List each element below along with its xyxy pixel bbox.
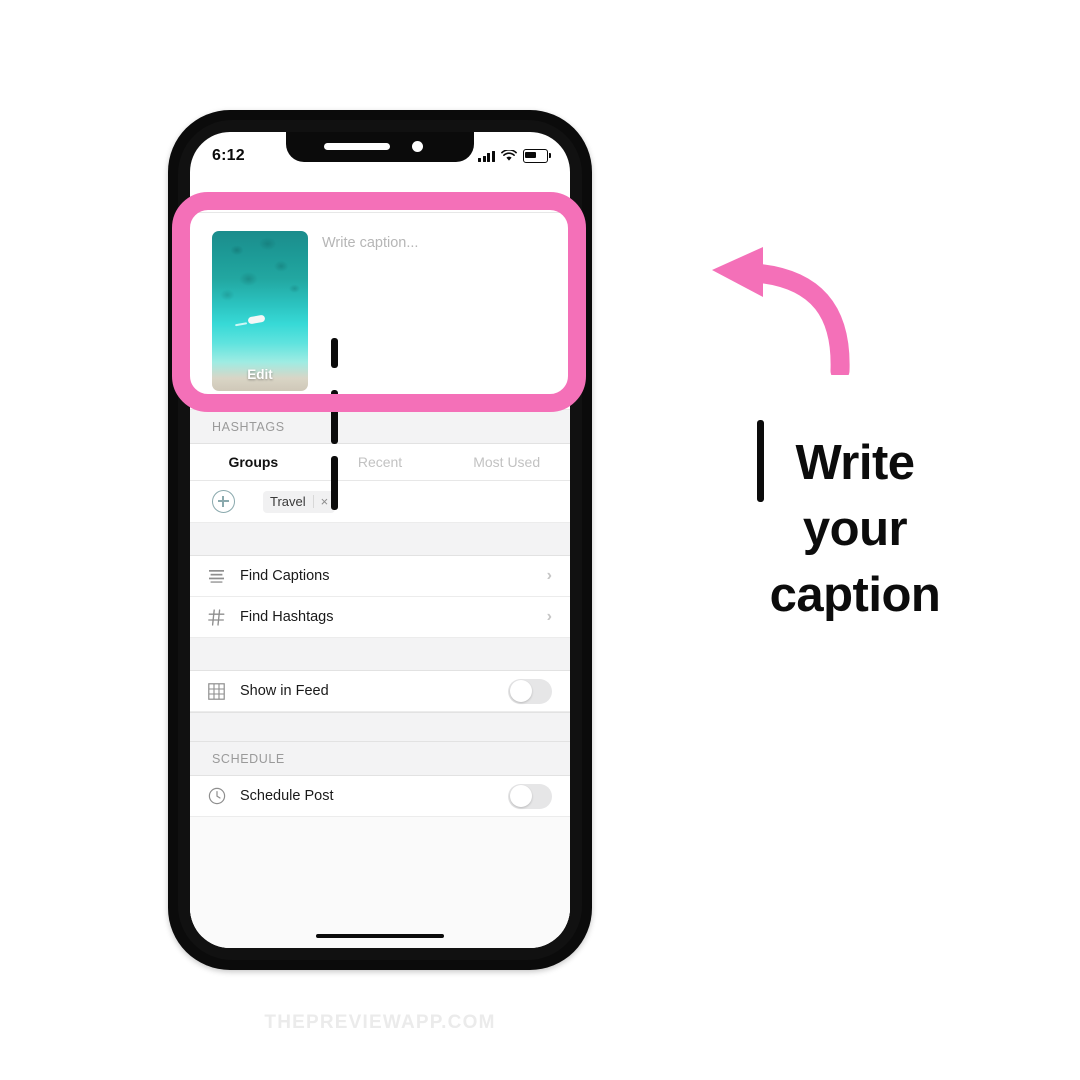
volume-up-button[interactable] [331,390,338,444]
cellular-bars-icon [478,150,495,162]
row-find-hashtags[interactable]: Find Hashtags › [190,597,570,638]
callout-line-2: your [802,502,908,557]
phone-notch [286,132,474,162]
chevron-right-icon: › [546,567,552,584]
section-spacer [190,523,570,556]
row-find-captions[interactable]: Find Captions › [190,556,570,597]
tab-most-used[interactable]: Most Used [443,454,570,470]
hashtag-tabs: Groups Recent Most Used [190,444,570,481]
status-bar-time: 6:12 [212,147,245,164]
watermark: THEPREVIEWAPP.COM [264,1012,496,1033]
row-label: Find Hashtags [240,609,334,625]
mute-switch[interactable] [331,338,338,368]
hash-icon [208,608,234,626]
tab-groups[interactable]: Groups [190,454,317,470]
callout-line-3: caption [769,568,941,623]
screenshot-canvas: 6:12 Edit Write caption... HASHTAGS Grou… [0,0,1080,1080]
callout-line-1: Write [795,436,915,490]
row-show-in-feed[interactable]: Show in Feed [190,671,570,712]
phone-screen: 6:12 Edit Write caption... HASHTAGS Grou… [190,132,570,948]
front-camera-icon [412,141,423,152]
schedule-spacer [190,712,570,742]
volume-down-button[interactable] [331,456,338,510]
content-filler [190,817,570,937]
wifi-icon [501,150,517,161]
chevron-right-icon: › [546,608,552,625]
edit-button[interactable]: Edit [212,367,308,382]
lines-icon [208,569,234,583]
caption-input[interactable]: Write caption... [322,235,554,251]
hashtag-chip-travel[interactable]: Travel × [263,490,336,513]
row-schedule-post[interactable]: Schedule Post [190,776,570,817]
app-content: Edit Write caption... HASHTAGS Groups Re… [190,176,570,948]
chip-label: Travel [270,494,306,509]
plus-circle-icon[interactable] [212,490,235,513]
hashtag-group-row: Travel × [190,481,570,523]
callout-text: Write your caption [640,430,1070,628]
home-indicator[interactable] [316,933,444,938]
row-label: Find Captions [240,568,330,584]
hashtags-section-header: HASHTAGS [190,410,570,444]
post-thumbnail[interactable]: Edit [212,231,308,391]
battery-icon [523,149,551,163]
app-navbar [190,176,570,213]
schedule-section-header: SCHEDULE [190,742,570,776]
show-in-feed-toggle[interactable] [508,678,552,704]
caption-card[interactable]: Edit Write caption... [190,213,570,410]
section-spacer-2 [190,638,570,671]
grid-icon [208,682,234,700]
close-icon[interactable]: × [321,495,329,508]
clock-icon [208,787,234,805]
schedule-post-toggle[interactable] [508,783,552,809]
row-label: Schedule Post [240,788,334,804]
chip-divider [312,495,314,508]
phone-mockup: 6:12 Edit Write caption... HASHTAGS Grou… [168,110,764,970]
curved-arrow-left-icon [712,247,850,375]
status-bar-icons [478,145,551,163]
earpiece-speaker-icon [324,143,390,150]
row-label: Show in Feed [240,683,329,699]
